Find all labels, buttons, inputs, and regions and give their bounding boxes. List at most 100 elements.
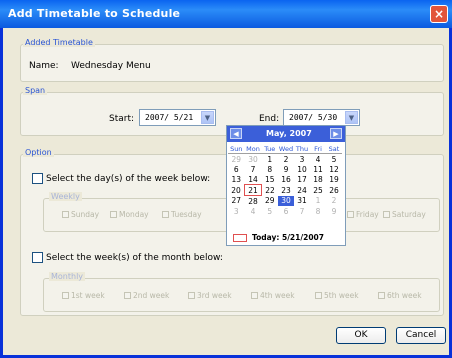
weekday-saturday-checkbox[interactable]	[383, 211, 390, 218]
calendar-day[interactable]: 18	[310, 174, 326, 185]
calendar-day[interactable]: 3	[228, 206, 245, 216]
calendar-header: ◀ May, 2007 ▶	[227, 126, 345, 142]
weekday-monday-label: Monday	[119, 210, 149, 219]
weekday-friday-checkbox[interactable]	[347, 211, 354, 218]
days-of-week-label: Select the day(s) of the week below:	[46, 174, 211, 184]
close-icon[interactable]: ×	[430, 5, 448, 23]
calendar-day[interactable]: 20	[228, 185, 245, 196]
week-2-label: 2nd week	[133, 291, 170, 300]
calendar-day[interactable]: 1	[310, 196, 326, 207]
date-picker-popup[interactable]: ◀ May, 2007 ▶ Sun Mon Tue Wed Thu Fri Sa…	[226, 125, 346, 246]
dialog-window: Add Timetable to Schedule × Added Timeta…	[0, 0, 452, 358]
weekday-sunday-label: Sunday	[71, 210, 100, 219]
week-5-label: 5th week	[324, 291, 359, 300]
today-marker	[233, 234, 247, 242]
calendar-day[interactable]: 6	[228, 164, 245, 174]
week-2-checkbox[interactable]	[124, 292, 131, 299]
calendar-day[interactable]: 23	[278, 185, 294, 196]
week-1-label: 1st week	[71, 291, 105, 300]
calendar-day[interactable]: 16	[278, 174, 294, 185]
calendar-day[interactable]: 7	[294, 206, 310, 216]
calendar-day[interactable]: 26	[326, 185, 342, 196]
week-5-checkbox[interactable]	[315, 292, 322, 299]
week-1-checkbox[interactable]	[62, 292, 69, 299]
next-month-icon[interactable]: ▶	[330, 128, 342, 139]
day-header: Sun	[228, 144, 245, 154]
week-3-label: 3rd week	[197, 291, 232, 300]
calendar-day[interactable]: 29	[262, 196, 279, 207]
calendar-day[interactable]: 30	[245, 154, 262, 165]
calendar-day[interactable]: 14	[245, 174, 262, 185]
calendar-day[interactable]: 3	[294, 154, 310, 165]
calendar-day[interactable]: 7	[245, 164, 262, 174]
calendar-day[interactable]: 27	[228, 196, 245, 207]
cancel-button[interactable]: Cancel	[396, 327, 446, 344]
week-6-label: 6th week	[387, 291, 422, 300]
day-header: Tue	[261, 144, 278, 154]
day-header: Fri	[310, 144, 326, 154]
calendar-day[interactable]: 22	[262, 185, 279, 196]
calendar-day[interactable]: 9	[278, 164, 294, 174]
weekday-tuesday-checkbox[interactable]	[162, 211, 169, 218]
calendar-day[interactable]: 2	[278, 154, 294, 165]
calendar-day[interactable]: 15	[262, 174, 279, 185]
calendar-day[interactable]: 25	[310, 185, 326, 196]
calendar-day-selected[interactable]: 30	[278, 195, 294, 206]
start-date-combo[interactable]: 2007/ 5/21 ▼	[139, 109, 216, 126]
name-value: Wednesday Menu	[71, 61, 151, 71]
weekday-tuesday-label: Tuesday	[171, 210, 202, 219]
chevron-down-icon[interactable]: ▼	[345, 111, 358, 124]
calendar-day[interactable]: 11	[310, 164, 326, 174]
day-header: Wed	[278, 144, 294, 154]
calendar-day[interactable]: 8	[310, 206, 326, 216]
calendar-day[interactable]: 28	[245, 196, 262, 207]
calendar-day[interactable]: 8	[262, 164, 279, 174]
weeks-of-month-label: Select the week(s) of the month below:	[46, 253, 223, 263]
week-4-checkbox[interactable]	[251, 292, 258, 299]
chevron-down-icon[interactable]: ▼	[201, 111, 214, 124]
calendar-day[interactable]: 12	[326, 164, 342, 174]
monthly-label: Monthly	[49, 272, 86, 281]
calendar-day[interactable]: 2	[326, 196, 342, 207]
calendar-day[interactable]: 1	[262, 154, 279, 165]
calendar-day[interactable]: 29	[228, 154, 245, 165]
calendar-day[interactable]: 4	[245, 206, 262, 216]
calendar-day[interactable]: 19	[326, 174, 342, 185]
start-date-value: 2007/ 5/21	[145, 113, 194, 122]
calendar-day[interactable]: 10	[294, 164, 310, 174]
week-6-checkbox[interactable]	[378, 292, 385, 299]
calendar-day[interactable]: 5	[326, 154, 342, 165]
calendar-day[interactable]: 4	[310, 154, 326, 165]
days-of-week-checkbox[interactable]	[32, 173, 43, 184]
end-label: End:	[259, 114, 280, 124]
window-title: Add Timetable to Schedule	[8, 7, 181, 20]
end-date-combo[interactable]: 2007/ 5/30 ▼	[283, 109, 360, 126]
title-bar[interactable]: Add Timetable to Schedule ×	[0, 0, 452, 28]
ok-button[interactable]: OK	[336, 327, 386, 344]
day-header: Sat	[326, 144, 342, 154]
start-label: Start:	[109, 114, 135, 124]
day-header: Thu	[294, 144, 310, 154]
weekday-saturday-label: Saturday	[392, 210, 426, 219]
weeks-of-month-checkbox[interactable]	[32, 252, 43, 263]
calendar-day[interactable]: 31	[294, 196, 310, 207]
calendar-grid: Sun Mon Tue Wed Thu Fri Sat 29 30 1 2 3 …	[228, 144, 342, 216]
week-3-checkbox[interactable]	[188, 292, 195, 299]
calendar-day[interactable]: 6	[278, 206, 294, 216]
calendar-day[interactable]: 17	[294, 174, 310, 185]
name-label: Name:	[29, 61, 59, 71]
option-label: Option	[23, 148, 54, 157]
day-header: Mon	[244, 144, 262, 154]
weekday-monday-checkbox[interactable]	[110, 211, 117, 218]
end-date-value: 2007/ 5/30	[289, 113, 338, 122]
calendar-day[interactable]: 9	[326, 206, 342, 216]
prev-month-icon[interactable]: ◀	[230, 128, 242, 139]
today-link[interactable]: Today: 5/21/2007	[252, 233, 324, 242]
calendar-day[interactable]: 13	[228, 174, 245, 185]
span-label: Span	[23, 86, 48, 95]
calendar-day-today[interactable]: 21	[244, 184, 262, 196]
weekday-sunday-checkbox[interactable]	[62, 211, 69, 218]
calendar-day[interactable]: 5	[262, 206, 279, 216]
calendar-day[interactable]: 24	[294, 185, 310, 196]
calendar-month-label: May, 2007	[266, 129, 312, 138]
